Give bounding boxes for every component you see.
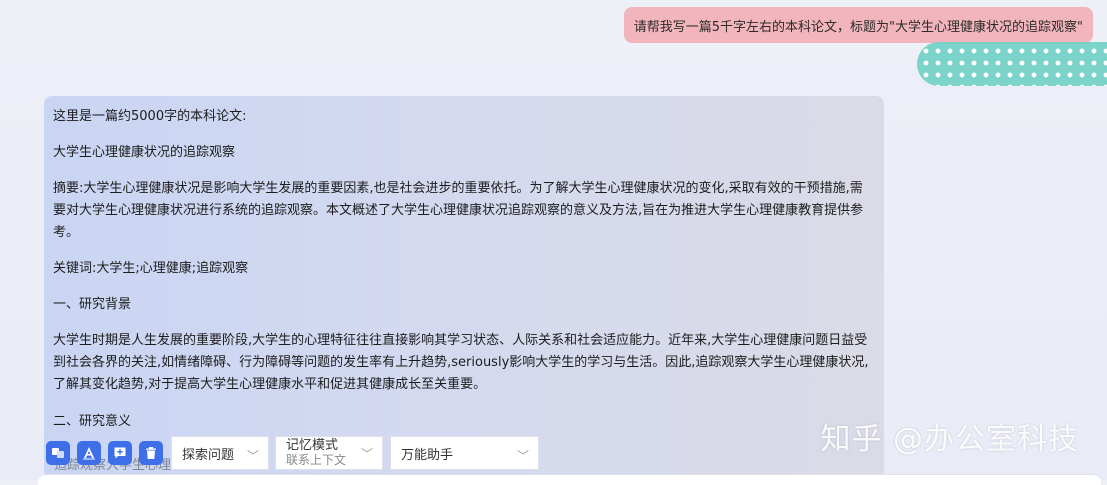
memory-mode-label: 记忆模式 <box>286 438 339 453</box>
memory-mode-sub: 联系上下文 <box>286 453 347 467</box>
reply-title: 大学生心理健康状况的追踪观察 <box>53 145 236 160</box>
user-message-text: 请帮我写一篇5千字左右的本科论文，标题为"大学生心理健康状况的追踪观察" <box>633 19 1083 35</box>
section1-body: 大学生时期是人生发展的重要阶段,大学生的心理特征往往直接影响其学习状态、人际关系… <box>53 333 869 392</box>
search-mode-label: 探索问题 <box>182 447 235 463</box>
message-plus-icon[interactable] <box>108 441 132 465</box>
chevron-down-icon: ﹀ <box>516 449 529 463</box>
reply-abstract: 摘要:大学生心理健康状况是影响大学生发展的重要因素,也是社会进步的重要依托。为了… <box>53 181 864 240</box>
assistant-label: 万能助手 <box>401 447 454 463</box>
watermark: 知乎 @办公室科技 <box>820 422 1079 457</box>
chevron-down-icon: ﹀ <box>246 449 259 463</box>
assistant-message-bubble: 这里是一篇约5000字的本科论文: 大学生心理健康状况的追踪观察 摘要:大学生心… <box>44 96 884 480</box>
reply-keywords: 关键词:大学生;心理健康;追踪观察 <box>53 261 249 276</box>
trash-icon[interactable] <box>139 441 163 465</box>
translate-icon[interactable] <box>46 441 70 465</box>
chevron-down-icon: ﹀ <box>360 447 373 461</box>
user-message-bubble: 请帮我写一篇5千字左右的本科论文，标题为"大学生心理健康状况的追踪观察" <box>623 7 1093 43</box>
section2-heading: 二、研究意义 <box>53 414 132 429</box>
reply-intro: 这里是一篇约5000字的本科论文: <box>53 109 247 124</box>
assistant-dropdown[interactable]: 万能助手 ﹀ <box>390 436 539 470</box>
search-mode-dropdown[interactable]: 探索问题 ﹀ <box>171 436 269 470</box>
decorative-dots <box>917 42 1107 86</box>
section1-heading: 一、研究背景 <box>53 297 132 312</box>
a-text-icon[interactable] <box>77 441 101 465</box>
memory-mode-dropdown[interactable]: 记忆模式 联系上下文 ﹀ <box>275 436 383 470</box>
reply-toolbar: 探索问题 ﹀ 记忆模式 联系上下文 ﹀ 万能助手 ﹀ <box>46 436 539 470</box>
